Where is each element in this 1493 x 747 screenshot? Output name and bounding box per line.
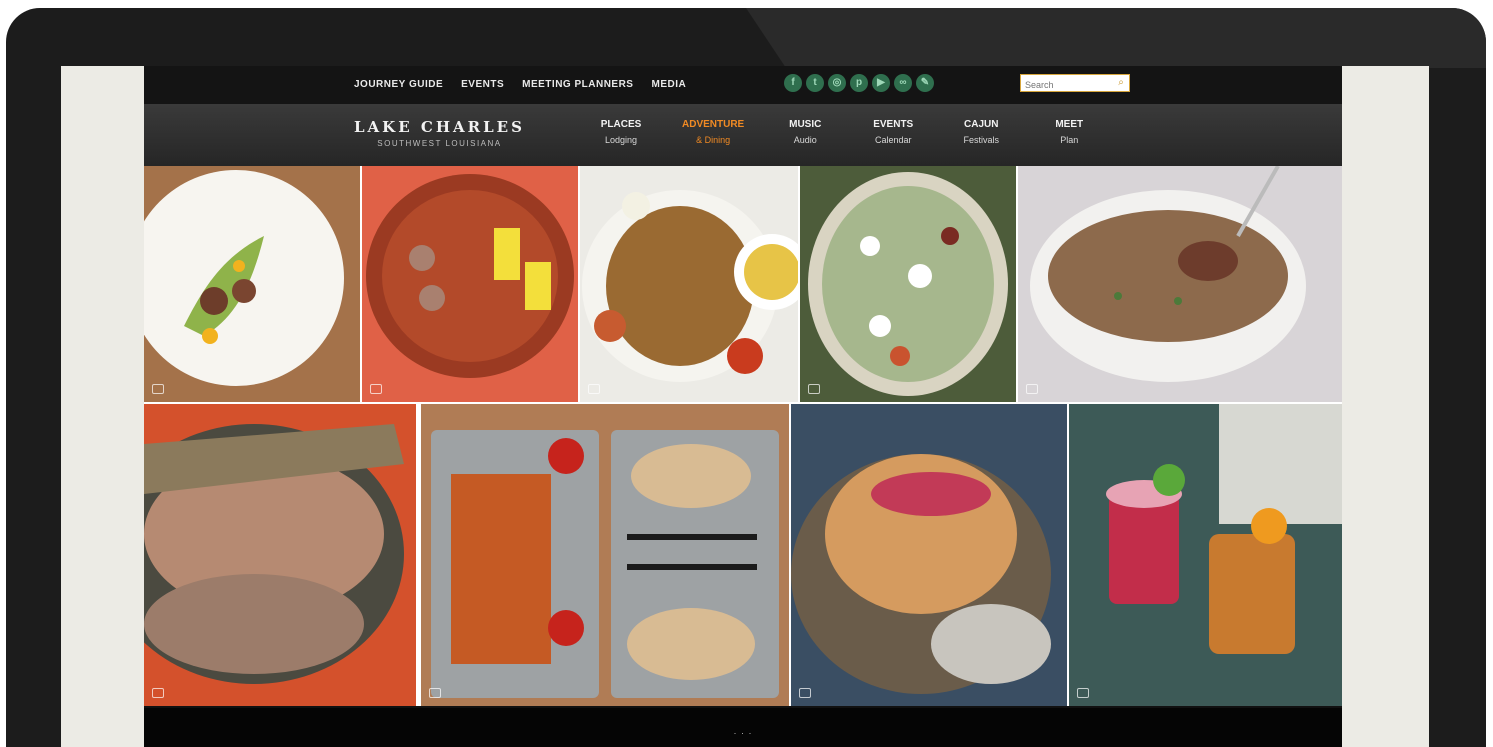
top-link-journey-guide[interactable]: JOURNEY GUIDE xyxy=(354,79,443,90)
camera-icon xyxy=(370,384,382,394)
main-nav: LAKE CHARLES SOUTHWEST LOUISIANA Places … xyxy=(144,104,1342,166)
nav-item-places[interactable]: Places Lodging xyxy=(594,119,648,145)
nav-item-title: Adventure xyxy=(682,119,745,130)
nav-item-music[interactable]: Music Audio xyxy=(778,119,832,145)
top-link-media[interactable]: MEDIA xyxy=(651,79,686,90)
cocktails-image[interactable] xyxy=(1069,404,1342,706)
nav-item-subtitle: Plan xyxy=(1060,135,1079,145)
top-links: JOURNEY GUIDE EVENTS MEETING PLANNERS ME… xyxy=(354,79,686,90)
footer-bar: · · · xyxy=(144,708,1342,747)
nav-item-adventure[interactable]: Adventure & Dining xyxy=(682,119,744,145)
search-input[interactable] xyxy=(1021,77,1121,93)
pinterest-icon[interactable]: p xyxy=(850,74,868,92)
footer-text: · · · xyxy=(733,728,753,738)
top-link-meeting-planners[interactable]: MEETING PLANNERS xyxy=(522,79,633,90)
facebook-icon[interactable]: f xyxy=(784,74,802,92)
cocktails-art xyxy=(1069,404,1342,706)
loaded-salad-art xyxy=(800,166,1016,402)
nav-item-subtitle: Calendar xyxy=(874,135,912,145)
site-logo[interactable]: LAKE CHARLES SOUTHWEST LOUISIANA xyxy=(354,118,525,148)
top-link-events[interactable]: EVENTS xyxy=(461,79,504,90)
nav-item-subtitle: Lodging xyxy=(604,135,638,145)
top-bar: JOURNEY GUIDE EVENTS MEETING PLANNERS ME… xyxy=(144,66,1342,104)
seafood-plate-art xyxy=(791,404,1067,706)
youtube-icon[interactable]: ▶ xyxy=(872,74,890,92)
camera-icon xyxy=(1026,384,1038,394)
website: JOURNEY GUIDE EVENTS MEETING PLANNERS ME… xyxy=(144,66,1342,747)
nav-item-title: Meet xyxy=(1055,119,1084,130)
plated-appetizer-image[interactable] xyxy=(144,166,360,402)
blog-icon[interactable]: ✎ xyxy=(916,74,934,92)
camera-icon xyxy=(588,384,600,394)
gumbo-bowl-image[interactable] xyxy=(1018,166,1342,402)
screen: JOURNEY GUIDE EVENTS MEETING PLANNERS ME… xyxy=(61,66,1429,747)
po-boy-trays-art xyxy=(421,404,789,706)
camera-icon xyxy=(1077,688,1089,698)
nav-item-title: Events xyxy=(873,119,914,130)
seafood-plate-image[interactable] xyxy=(791,404,1067,706)
nav-item-subtitle: Festivals xyxy=(963,135,999,145)
plated-appetizer-art xyxy=(144,166,360,402)
nav-item-title: Places xyxy=(600,119,642,130)
camera-icon xyxy=(799,688,811,698)
search-box: ⌕ xyxy=(1020,74,1130,93)
twitter-icon[interactable]: t xyxy=(806,74,824,92)
nav-item-title: Music xyxy=(789,119,822,130)
boiled-crabs-image[interactable] xyxy=(144,404,416,706)
camera-icon xyxy=(808,384,820,394)
camera-icon xyxy=(152,384,164,394)
crawfish-boil-image[interactable] xyxy=(362,166,578,402)
loaded-salad-image[interactable] xyxy=(800,166,1016,402)
nav-item-subtitle: & Dining xyxy=(696,135,731,145)
logo-title: LAKE CHARLES xyxy=(354,118,525,136)
fried-platter-art xyxy=(580,166,798,402)
bezel-highlight xyxy=(746,8,1486,68)
boiled-crabs-art xyxy=(144,404,416,706)
nav-item-events[interactable]: Events Calendar xyxy=(866,119,920,145)
monitor-frame: JOURNEY GUIDE EVENTS MEETING PLANNERS ME… xyxy=(6,8,1486,747)
crawfish-boil-art xyxy=(362,166,578,402)
photo-gallery xyxy=(144,166,1342,706)
camera-icon xyxy=(152,688,164,698)
nav-item-subtitle: Audio xyxy=(793,135,817,145)
logo-tagline: SOUTHWEST LOUISIANA xyxy=(377,139,502,148)
search-icon[interactable]: ⌕ xyxy=(1115,77,1127,89)
nav-items: Places Lodging Adventure & Dining Music … xyxy=(594,119,1096,145)
camera-icon xyxy=(429,688,441,698)
tripadvisor-icon[interactable]: ∞ xyxy=(894,74,912,92)
instagram-icon[interactable]: ◎ xyxy=(828,74,846,92)
nav-item-cajun[interactable]: Cajun Festivals xyxy=(954,119,1008,145)
social-links: f t ◎ p ▶ ∞ ✎ xyxy=(784,74,934,92)
nav-item-meet[interactable]: Meet Plan xyxy=(1042,119,1096,145)
fried-platter-image[interactable] xyxy=(580,166,798,402)
po-boy-trays-image[interactable] xyxy=(421,404,789,706)
gumbo-bowl-art xyxy=(1018,166,1342,402)
nav-item-title: Cajun xyxy=(964,119,999,130)
